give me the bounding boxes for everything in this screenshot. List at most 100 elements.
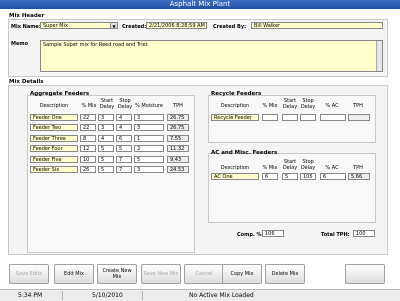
total-tph-label: Total TPH: — [321, 232, 350, 238]
memo-field[interactable]: Sample Super mix for Reed road and Trier… — [40, 40, 383, 72]
ac-col-start-delay: Start Delay — [282, 159, 298, 171]
agg-col-moisture: % Moisture — [135, 103, 163, 109]
copy-mix-button[interactable]: Copy Mix — [222, 264, 262, 284]
agg-moisture-field[interactable]: 3 — [134, 166, 164, 173]
agg-moisture-field[interactable]: 3 — [134, 124, 164, 132]
recycle-tph-field[interactable] — [348, 114, 370, 121]
aggregate-feeders-title: Aggregate Feeders — [30, 91, 90, 97]
rec-col-tph: TPH — [353, 103, 363, 109]
agg-description-field[interactable]: Feeder Two — [30, 124, 78, 132]
ac-mix-field[interactable]: 6 — [262, 173, 278, 180]
agg-description-field[interactable]: Feeder Six — [30, 166, 78, 173]
recycle-stop-field[interactable] — [300, 114, 316, 121]
created-by-label: Created By: — [213, 24, 247, 30]
agg-stop-field[interactable]: 6 — [116, 134, 132, 142]
agg-stop-field[interactable]: 5 — [116, 145, 132, 153]
memo-label: Memo — [11, 41, 29, 47]
recycle-feeders-title: Recycle Feeders — [211, 91, 262, 97]
agg-description-field[interactable]: Feeder One — [30, 114, 78, 121]
ac-col-stop-delay: Stop Delay — [300, 159, 316, 171]
created-field[interactable]: 2/21/2006 8:28:59 AM — [146, 22, 207, 29]
agg-col-start-delay: Start Delay — [99, 98, 115, 110]
total-tph-field[interactable]: 100 — [353, 230, 375, 237]
ac-col-mix: % Mix — [262, 165, 278, 171]
agg-mix-field[interactable]: 8 — [80, 134, 96, 142]
rec-col-start-delay: Start Delay — [282, 98, 298, 110]
agg-moisture-field[interactable]: 1 — [134, 134, 164, 142]
agg-col-mix: % Mix — [81, 103, 97, 109]
memo-scrollbar[interactable] — [376, 41, 382, 71]
mix-name-label: Mix Name: — [11, 24, 41, 30]
agg-moisture-field[interactable]: 5 — [134, 155, 164, 163]
agg-col-stop-delay: Stop Delay — [117, 98, 133, 110]
rec-col-description: Description — [220, 103, 250, 109]
memo-text: Sample Super mix for Reed road and Trier… — [43, 42, 149, 48]
mix-name-select[interactable]: Super Mix ▼ — [40, 22, 118, 29]
create-new-mix-button[interactable]: Create New Mix — [97, 264, 137, 284]
agg-start-field[interactable]: 4 — [98, 134, 114, 142]
agg-mix-field[interactable]: 22 — [80, 124, 96, 132]
agg-mix-field[interactable]: 12 — [80, 145, 96, 153]
rec-col-ac: % AC — [325, 103, 339, 109]
agg-tph-field[interactable]: 26.75 — [167, 124, 189, 132]
cancel-button[interactable]: Cancel — [184, 264, 224, 284]
save-new-mix-button[interactable]: Save New Mix — [141, 264, 181, 284]
ac-col-description: Description — [220, 165, 250, 171]
ac-col-ac: % AC — [325, 165, 339, 171]
agg-moisture-field[interactable]: 3 — [134, 114, 164, 121]
agg-tph-field[interactable]: 11.32 — [167, 145, 189, 153]
agg-stop-field[interactable]: 4 — [116, 124, 132, 132]
agg-tph-field[interactable]: 9.43 — [167, 155, 189, 163]
created-by-field[interactable]: Bill Walker — [251, 22, 383, 29]
status-separator — [142, 291, 143, 300]
edit-mix-button[interactable]: Edit Mix — [54, 264, 94, 284]
window-title: Asphalt Mix Plant — [0, 0, 400, 9]
agg-mix-field[interactable]: 22 — [80, 114, 96, 121]
agg-stop-field[interactable]: 4 — [116, 114, 132, 121]
ac-description-field[interactable]: AC One — [211, 173, 259, 180]
agg-col-description: Description — [39, 103, 69, 109]
rec-col-stop-delay: Stop Delay — [300, 98, 316, 110]
recycle-ac-field[interactable] — [320, 114, 346, 121]
agg-start-field[interactable]: 5 — [98, 155, 114, 163]
agg-stop-field[interactable]: 7 — [116, 166, 132, 173]
ac-col-tph: TPH — [353, 165, 363, 171]
rec-col-mix: % Mix — [262, 103, 278, 109]
agg-start-field[interactable]: 3 — [98, 124, 114, 132]
chevron-down-icon[interactable]: ▼ — [110, 23, 117, 28]
created-label: Created: — [122, 24, 147, 30]
agg-tph-field[interactable]: 7.55 — [167, 134, 189, 142]
status-date: 5/10/2010 — [92, 292, 123, 299]
comp-label: Comp. % — [237, 232, 262, 238]
agg-description-field[interactable]: Feeder Three — [30, 134, 78, 142]
agg-moisture-field[interactable]: 2 — [134, 145, 164, 153]
ac-tph-field[interactable]: 5.66 — [348, 173, 370, 180]
ac-ac-field[interactable]: 6 — [320, 173, 346, 180]
agg-description-field[interactable]: Feeder Four — [30, 145, 78, 153]
agg-start-field[interactable]: 5 — [98, 145, 114, 153]
recycle-description-field[interactable]: Recycle Feeder — [211, 114, 259, 121]
agg-start-field[interactable]: 3 — [98, 114, 114, 121]
comp-field[interactable]: 106 — [262, 230, 284, 237]
save-edits-button[interactable]: Save Edits — [9, 264, 49, 284]
agg-col-tph: TPH — [173, 103, 183, 109]
exit-button[interactable] — [345, 264, 385, 284]
status-time: 5:34 PM — [18, 292, 43, 299]
agg-stop-field[interactable]: 7 — [116, 155, 132, 163]
agg-mix-field[interactable]: 10 — [80, 155, 96, 163]
status-message: No Active Mix Loaded — [189, 292, 254, 299]
agg-mix-field[interactable]: 26 — [80, 166, 96, 173]
status-separator — [62, 291, 63, 300]
ac-stop-field[interactable]: 105 — [300, 173, 316, 180]
agg-start-field[interactable]: 5 — [98, 166, 114, 173]
agg-description-field[interactable]: Feeder Five — [30, 155, 78, 163]
agg-tph-field[interactable]: 24.53 — [167, 166, 189, 173]
mix-name-value: Super Mix — [43, 23, 68, 29]
delete-mix-button[interactable]: Delete Mix — [265, 264, 305, 284]
agg-tph-field[interactable]: 26.75 — [167, 114, 189, 121]
status-bar: 5:34 PM 5/10/2010 No Active Mix Loaded — [0, 289, 400, 301]
recycle-start-field[interactable] — [282, 114, 298, 121]
ac-start-field[interactable]: 5 — [282, 173, 298, 180]
recycle-mix-field[interactable] — [262, 114, 278, 121]
ac-misc-feeders-title: AC and Misc. Feeders — [211, 150, 278, 156]
